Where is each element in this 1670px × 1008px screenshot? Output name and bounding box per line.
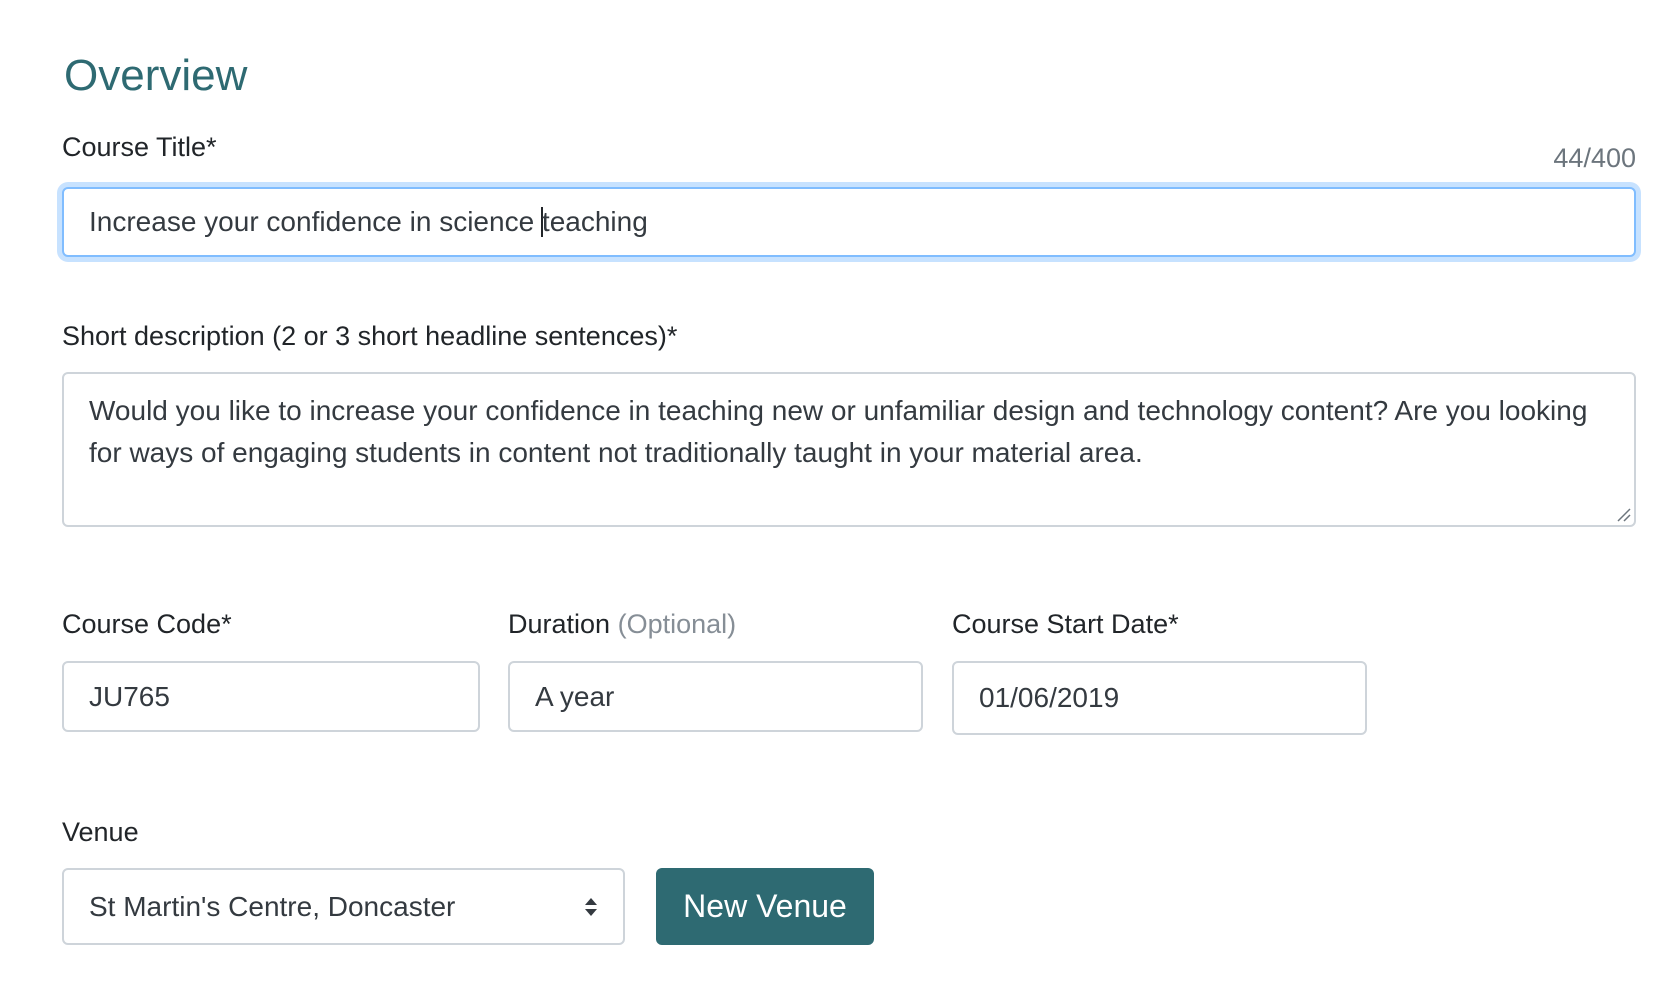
start-date-value: 01/06/2019 — [979, 682, 1120, 714]
short-description-value: Would you like to increase your confiden… — [89, 395, 1588, 468]
course-code-input[interactable]: JU765 — [62, 661, 480, 732]
course-title-value-before-caret: Increase your confidence in science — [89, 206, 542, 238]
duration-label-text: Duration — [508, 609, 611, 639]
venue-select[interactable]: St Martin's Centre, Doncaster — [62, 868, 625, 945]
duration-input[interactable]: A year — [508, 661, 923, 732]
course-code-value: JU765 — [89, 680, 170, 712]
resize-handle-icon[interactable] — [1615, 506, 1631, 522]
course-title-value-after-caret: teaching — [541, 206, 648, 238]
short-description-textarea[interactable]: Would you like to increase your confiden… — [62, 372, 1636, 527]
section-title: Overview — [64, 51, 248, 100]
short-description-label: Short description (2 or 3 short headline… — [62, 321, 678, 351]
course-title-char-counter: 44/400 — [1553, 143, 1636, 173]
course-overview-form: Overview Course Title* 44/400 Increase y… — [0, 0, 1670, 1008]
venue-label: Venue — [62, 817, 139, 847]
duration-value: A year — [535, 680, 615, 712]
start-date-label: Course Start Date* — [952, 609, 1179, 639]
select-arrows-icon — [585, 897, 597, 916]
course-title-input[interactable]: Increase your confidence in science teac… — [62, 187, 1636, 257]
new-venue-button[interactable]: New Venue — [656, 868, 874, 945]
duration-optional-hint: (Optional) — [617, 609, 737, 639]
course-title-label: Course Title* — [62, 132, 217, 162]
course-code-label: Course Code* — [62, 609, 232, 639]
duration-label: Duration (Optional) — [508, 608, 736, 640]
start-date-input[interactable]: 01/06/2019 — [952, 661, 1367, 735]
venue-selected-value: St Martin's Centre, Doncaster — [89, 890, 456, 922]
